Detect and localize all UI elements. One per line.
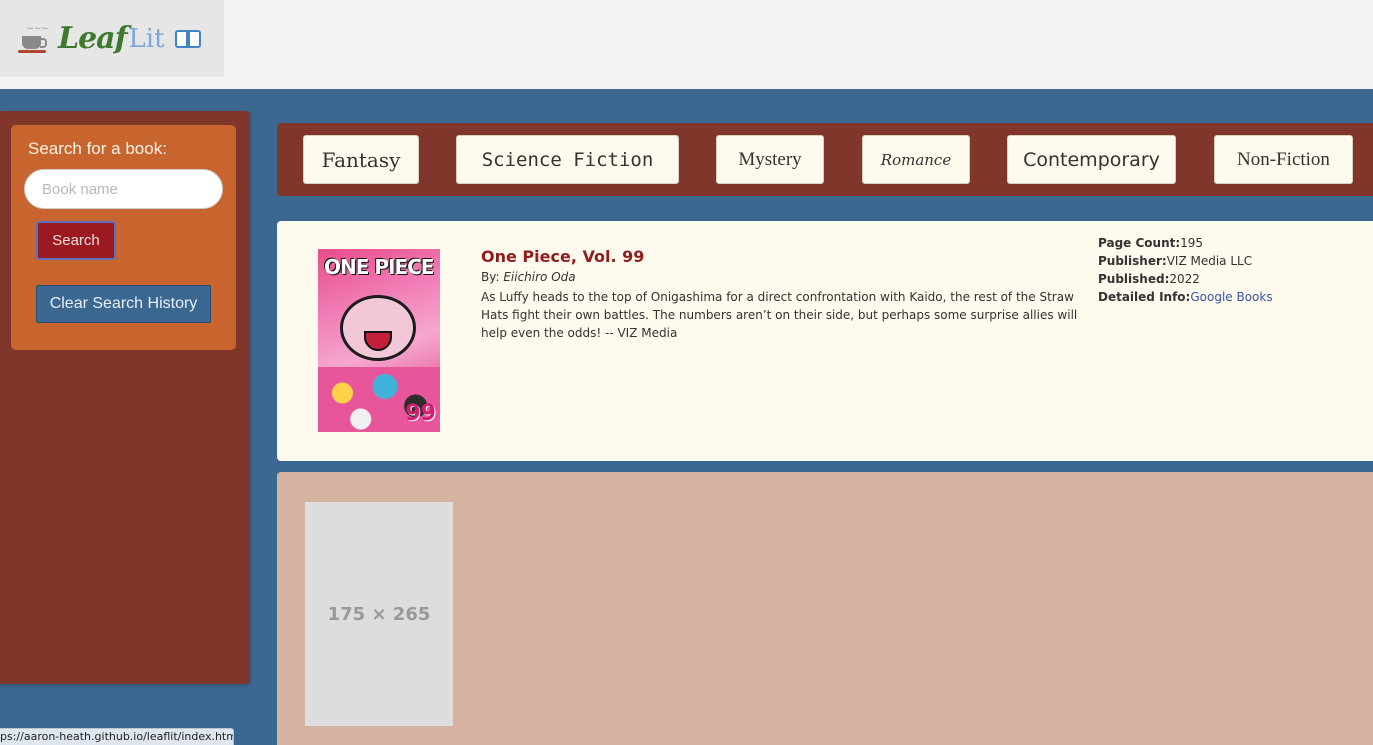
page-count-row: Page Count:195 [1098, 234, 1273, 252]
genre-button-fantasy[interactable]: Fantasy [303, 135, 419, 184]
logo[interactable]: ~~~ Leaf Lit [0, 0, 224, 77]
status-bar-url: ps://aaron-heath.github.io/leaflit/index… [0, 728, 234, 745]
tea-cup-icon: ~~~ [18, 23, 48, 54]
search-input[interactable] [24, 169, 223, 209]
book-author: By: Eiichiro Oda [481, 270, 576, 284]
logo-text-lit: Lit [128, 23, 165, 54]
publisher-row: Publisher:VIZ Media LLC [1098, 252, 1273, 270]
logo-text-leaf: Leaf [58, 21, 128, 56]
author-label: By: [481, 270, 504, 284]
sidebar: Search for a book: Search Clear Search H… [0, 111, 250, 684]
clear-search-history-button[interactable]: Clear Search History [36, 285, 211, 323]
cover-number: 99 [405, 401, 436, 426]
book-meta: Page Count:195 Publisher:VIZ Media LLC P… [1098, 234, 1273, 306]
search-title: Search for a book: [28, 139, 167, 158]
genre-button-mystery[interactable]: Mystery [716, 135, 824, 184]
genre-button-non-fiction[interactable]: Non-Fiction [1214, 135, 1353, 184]
google-books-link[interactable]: Google Books [1190, 290, 1272, 304]
book-title: One Piece, Vol. 99 [481, 247, 645, 266]
genre-bar: Fantasy Science Fiction Mystery Romance … [277, 123, 1373, 196]
book-result-card-2: 175 × 265 [277, 472, 1373, 745]
author-name: Eiichiro Oda [503, 270, 576, 284]
genre-button-contemporary[interactable]: Contemporary [1007, 135, 1176, 184]
publisher-value: VIZ Media LLC [1166, 254, 1253, 268]
genre-button-romance[interactable]: Romance [862, 135, 970, 184]
placeholder-image: 175 × 265 [305, 502, 453, 726]
detailed-info-label: Detailed Info: [1098, 290, 1191, 304]
page-count-label: Page Count: [1098, 236, 1181, 250]
cover-title: ONE PIECE [324, 255, 434, 279]
top-header: ~~~ Leaf Lit [0, 0, 1373, 89]
detailed-info-row: Detailed Info:Google Books [1098, 288, 1273, 306]
published-value: 2022 [1169, 272, 1200, 286]
published-row: Published:2022 [1098, 270, 1273, 288]
genre-button-science-fiction[interactable]: Science Fiction [456, 135, 679, 184]
book-description: As Luffy heads to the top of Onigashima … [481, 290, 1078, 340]
page-count-value: 195 [1180, 236, 1204, 250]
open-book-icon [174, 28, 203, 50]
published-label: Published: [1098, 272, 1170, 286]
publisher-label: Publisher: [1098, 254, 1167, 268]
book-result-card: ONE PIECE 99 One Piece, Vol. 99 By: Eiic… [277, 221, 1373, 461]
book-cover-image[interactable]: ONE PIECE 99 [318, 249, 440, 432]
search-panel: Search for a book: Search Clear Search H… [11, 125, 236, 350]
search-button[interactable]: Search [36, 221, 116, 260]
